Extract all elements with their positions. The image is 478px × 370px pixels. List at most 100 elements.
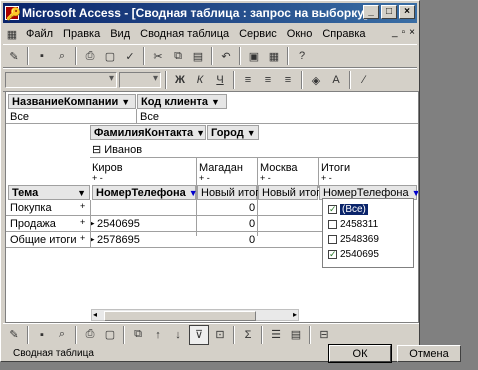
save-icon[interactable]: ▪ [33, 47, 51, 65]
menu-file[interactable]: Файл [21, 28, 58, 40]
menu-view[interactable]: Вид [105, 28, 135, 40]
fill-color-icon[interactable]: ◈ [307, 71, 325, 89]
design-view-icon[interactable]: ✎ [5, 326, 23, 344]
menu-pivot[interactable]: Сводная таблица [135, 28, 234, 40]
filter-item-2540695[interactable]: ✓ 2540695 [328, 249, 379, 260]
sort-ascending-icon[interactable]: ↑ [149, 326, 167, 344]
cell-total-phone: 2578695 [97, 234, 140, 246]
expand-grand-total[interactable]: + [80, 233, 85, 243]
italic-button[interactable]: К [191, 71, 209, 89]
menu-help[interactable]: Справка [317, 28, 370, 40]
row-label-purchase: Покупка [10, 202, 52, 214]
checkbox-icon[interactable] [328, 220, 337, 229]
scroll-left-icon[interactable]: ◂ [93, 310, 97, 319]
underline-button[interactable]: Ч [211, 71, 229, 89]
status-text: Сводная таблица [13, 347, 94, 359]
checkbox-checked-icon[interactable]: ✓ [328, 250, 337, 259]
checkbox-checked-icon[interactable]: ✓ [328, 205, 337, 214]
design-view-icon[interactable]: ✎ [5, 47, 23, 65]
subtotal-icon[interactable]: Σ [239, 326, 257, 344]
expand-purchase[interactable]: + [80, 201, 85, 211]
mdi-minimize-button[interactable]: _ [392, 27, 398, 38]
database-window-icon[interactable]: ▣ [245, 47, 263, 65]
filter-item-2548369[interactable]: 2548369 [328, 234, 379, 245]
ok-button[interactable]: ОК [328, 344, 392, 363]
help-icon[interactable]: ? [293, 47, 311, 65]
scroll-right-icon[interactable]: ▸ [293, 310, 297, 319]
sort-descending-icon[interactable]: ↓ [169, 326, 187, 344]
align-left-icon[interactable]: ≡ [239, 71, 257, 89]
expand-kirov[interactable]: + - [92, 173, 103, 183]
data-header-phone-kirov[interactable]: НомерТелефона ▼ [92, 185, 198, 200]
data-header-total-moscow[interactable]: Новый итог [258, 185, 320, 200]
menu-edit[interactable]: Правка [58, 28, 105, 40]
filter-item-2458311[interactable]: 2458311 [328, 219, 378, 230]
align-right-icon[interactable]: ≡ [279, 71, 297, 89]
dropdown-arrow-icon: ▼ [412, 188, 418, 198]
font-name-combo[interactable] [5, 72, 117, 88]
column-field-city[interactable]: Город ▼ [207, 125, 259, 140]
access-key-icon [5, 6, 19, 20]
expand-magadan[interactable]: + - [199, 173, 210, 183]
contact-group-ivanov[interactable]: ⊟ Иванов [92, 143, 142, 156]
title-bar: Microsoft Access - [Сводная таблица : за… [3, 3, 417, 23]
dropdown-arrow-icon: ▼ [196, 127, 206, 138]
row-field-subject[interactable]: Тема ▼ [8, 185, 90, 200]
save-icon[interactable]: ▪ [33, 326, 51, 344]
collapse-icon[interactable]: ⊟ [315, 326, 333, 344]
line-color-icon[interactable]: ∕ [355, 71, 373, 89]
mdi-restore-button[interactable]: ▫ [402, 27, 406, 38]
filter-field-client-code[interactable]: Код клиента ▼ [137, 94, 227, 109]
align-center-icon[interactable]: ≡ [259, 71, 277, 89]
search-icon[interactable]: ⌕ [53, 326, 71, 344]
show-top-icon[interactable]: ⊡ [211, 326, 229, 344]
maximize-button[interactable]: □ [381, 5, 397, 19]
filter-item-all[interactable]: ✓ (Все) [328, 204, 368, 215]
expand-totals[interactable]: + - [321, 173, 332, 183]
filter-value-client-code: Все [140, 111, 159, 123]
close-button[interactable]: × [399, 5, 415, 19]
copy-icon[interactable]: ⧉ [129, 326, 147, 344]
expand-sale[interactable]: + [80, 217, 85, 227]
field-list-icon[interactable]: ☰ [267, 326, 285, 344]
paste-icon[interactable]: ▤ [189, 47, 207, 65]
font-size-combo[interactable] [119, 72, 161, 88]
access-window: Microsoft Access - [Сводная таблица : за… [0, 0, 420, 362]
horizontal-scrollbar[interactable]: ◂ ▸ [91, 309, 299, 321]
cell-sale-phone: 2540695 [97, 218, 140, 230]
window-title: Microsoft Access - [Сводная таблица : за… [22, 6, 368, 20]
minimize-button[interactable]: _ [363, 5, 379, 19]
mdi-controls: _ ▫ × [392, 27, 415, 38]
menu-window[interactable]: Окно [282, 28, 318, 40]
menu-tools[interactable]: Сервис [234, 28, 282, 40]
cell-total-moscow: 0 [249, 234, 256, 246]
print-icon[interactable]: ⎙ [81, 47, 99, 65]
autofilter-icon[interactable]: ⊽ [189, 324, 209, 345]
dropdown-arrow-icon: ▼ [121, 96, 131, 107]
checkbox-icon[interactable] [328, 235, 337, 244]
pivot-doc-icon: ▦ [6, 28, 18, 41]
copy-icon[interactable]: ⧉ [169, 47, 187, 65]
print-preview-icon[interactable]: ▢ [101, 47, 119, 65]
column-field-contact[interactable]: ФамилияКонтакта ▼ [90, 125, 206, 140]
filter-field-company[interactable]: НазваниеКомпании ▼ [8, 94, 136, 109]
print-icon[interactable]: ⎙ [81, 326, 99, 344]
dropdown-arrow-icon: ▼ [210, 96, 220, 107]
expand-moscow[interactable]: + - [260, 173, 271, 183]
cancel-button[interactable]: Отмена [397, 345, 461, 362]
dropdown-arrow-icon: ▼ [77, 187, 86, 198]
font-color-button[interactable]: A [327, 71, 345, 89]
scroll-thumb[interactable] [104, 311, 256, 321]
bold-button[interactable]: Ж [171, 71, 189, 89]
formatting-toolbar: Ж К Ч ≡ ≡ ≡ ◈ A ∕ [3, 68, 417, 92]
new-object-icon[interactable]: ▦ [265, 47, 283, 65]
properties-icon[interactable]: ▤ [287, 326, 305, 344]
search-icon[interactable]: ⌕ [53, 47, 71, 65]
spelling-icon[interactable]: ✓ [121, 47, 139, 65]
data-header-total-magadan[interactable]: Новый итог [197, 185, 259, 200]
undo-icon[interactable]: ↶ [217, 47, 235, 65]
filter-dropdown-list: ✓ (Все) 2458311 2548369 ✓ 2540695 [322, 198, 414, 268]
mdi-close-button[interactable]: × [409, 27, 415, 38]
print-preview-icon[interactable]: ▢ [101, 326, 119, 344]
cut-icon[interactable]: ✂ [149, 47, 167, 65]
